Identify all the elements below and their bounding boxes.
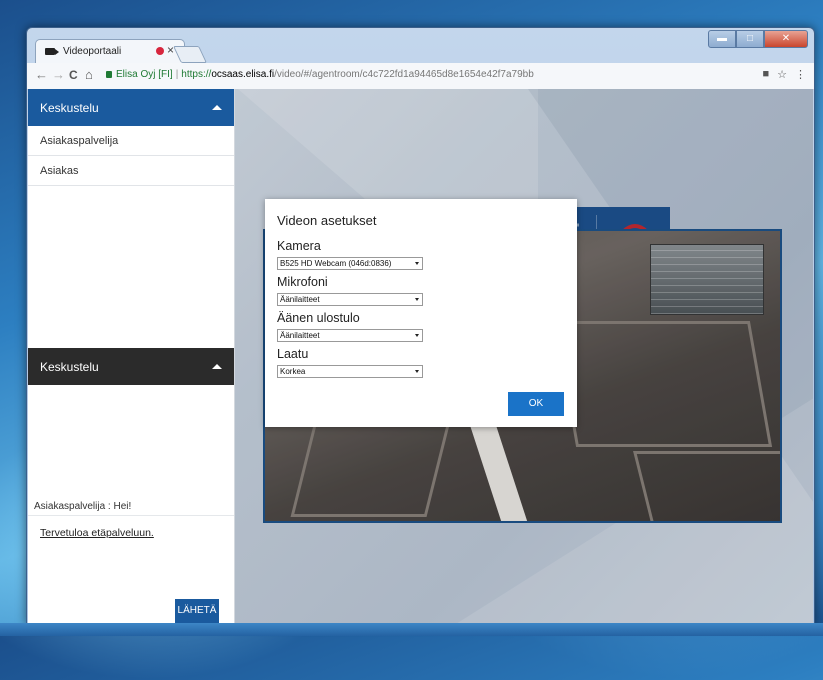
ok-button[interactable]: OK xyxy=(508,392,564,416)
sidebar: Keskustelu Asiakaspalvelija Asiakas Kesk… xyxy=(28,89,235,623)
url-host: ocsaas.elisa.fi xyxy=(211,69,275,80)
audio-output-label: Äänen ulostulo xyxy=(277,311,360,325)
taskbar xyxy=(0,623,823,636)
maximize-button[interactable]: □ xyxy=(736,30,764,48)
quality-label: Laatu xyxy=(277,347,309,361)
browser-window: Videoportaali × ▬ □ ✕ ← → C ⌂ Elisa Oyj … xyxy=(26,27,815,625)
minimize-button[interactable]: ▬ xyxy=(708,30,736,48)
video-settings-dialog: Videon asetukset Kamera B525 HD Webcam (… xyxy=(265,199,577,427)
camera-permission-icon[interactable]: ■ xyxy=(762,68,769,81)
chat-header-label: Keskustelu xyxy=(40,360,99,374)
chat-header-bottom[interactable]: Keskustelu xyxy=(28,348,234,385)
browser-toolbar: ← → C ⌂ Elisa Oyj [FI] | https://ocsaas.el… xyxy=(27,63,814,90)
home-icon[interactable]: ⌂ xyxy=(85,67,93,82)
audio-output-select-value: Äänilaitteet xyxy=(280,331,320,340)
sidebar-item-customer[interactable]: Asiakas xyxy=(28,156,234,186)
site-identity: Elisa Oyj [FI] xyxy=(116,69,173,80)
camera-select-value: B525 HD Webcam (046d:0836) xyxy=(280,259,392,268)
video-camera-icon xyxy=(45,48,59,55)
tab-title: Videoportaali xyxy=(63,46,122,57)
microphone-select[interactable]: Äänilaitteet xyxy=(277,293,423,306)
sidebar-item-label: Asiakaspalvelija xyxy=(40,135,119,147)
address-bar[interactable]: Elisa Oyj [FI] | https://ocsaas.elisa.fi/v… xyxy=(106,69,534,80)
quality-select-value: Korkea xyxy=(280,367,306,376)
dropdown-arrow-icon xyxy=(415,298,419,301)
page-content: Keskustelu Asiakaspalvelija Asiakas Kesk… xyxy=(28,89,813,623)
window-controls: ▬ □ ✕ xyxy=(708,30,808,48)
toolbar-right: ■ ☆ ⋮ xyxy=(762,68,806,81)
url-scheme: https:// xyxy=(181,69,212,80)
browser-tab[interactable]: Videoportaali × xyxy=(35,39,185,64)
bookmark-star-icon[interactable]: ☆ xyxy=(777,68,787,81)
dropdown-arrow-icon xyxy=(415,262,419,265)
microphone-label: Mikrofoni xyxy=(277,275,328,289)
dialog-title: Videon asetukset xyxy=(277,213,377,228)
send-button[interactable]: LÄHETÄ xyxy=(175,599,219,623)
reload-icon[interactable]: C xyxy=(69,68,78,82)
collapse-caret-icon[interactable] xyxy=(212,364,222,369)
dropdown-arrow-icon xyxy=(415,370,419,373)
chat-header-label: Keskustelu xyxy=(40,101,99,115)
dropdown-arrow-icon xyxy=(415,334,419,337)
sidebar-item-label: Asiakas xyxy=(40,165,79,177)
quality-select[interactable]: Korkea xyxy=(277,365,423,378)
recording-icon xyxy=(156,47,164,55)
back-icon[interactable]: ← xyxy=(35,67,48,82)
audio-output-select[interactable]: Äänilaitteet xyxy=(277,329,423,342)
microphone-select-value: Äänilaitteet xyxy=(280,295,320,304)
sidebar-item-agent[interactable]: Asiakaspalvelija xyxy=(28,126,234,156)
collapse-caret-icon[interactable] xyxy=(212,105,222,110)
camera-label: Kamera xyxy=(277,239,321,253)
close-window-button[interactable]: ✕ xyxy=(764,30,808,48)
chat-input-field[interactable]: Tervetuloa etäpalveluun. xyxy=(40,527,154,539)
camera-select[interactable]: B525 HD Webcam (046d:0836) xyxy=(277,257,423,270)
chat-message: Asiakaspalvelija : Hei! xyxy=(34,501,132,512)
tab-close-icon[interactable]: × xyxy=(167,43,174,57)
chat-header-top[interactable]: Keskustelu xyxy=(28,89,234,126)
menu-icon[interactable]: ⋮ xyxy=(795,68,806,81)
lock-icon xyxy=(106,71,112,78)
url-path: /video/#/agentroom/c4c722fd1a94465d8e165… xyxy=(274,69,534,80)
forward-icon[interactable]: → xyxy=(52,67,65,82)
